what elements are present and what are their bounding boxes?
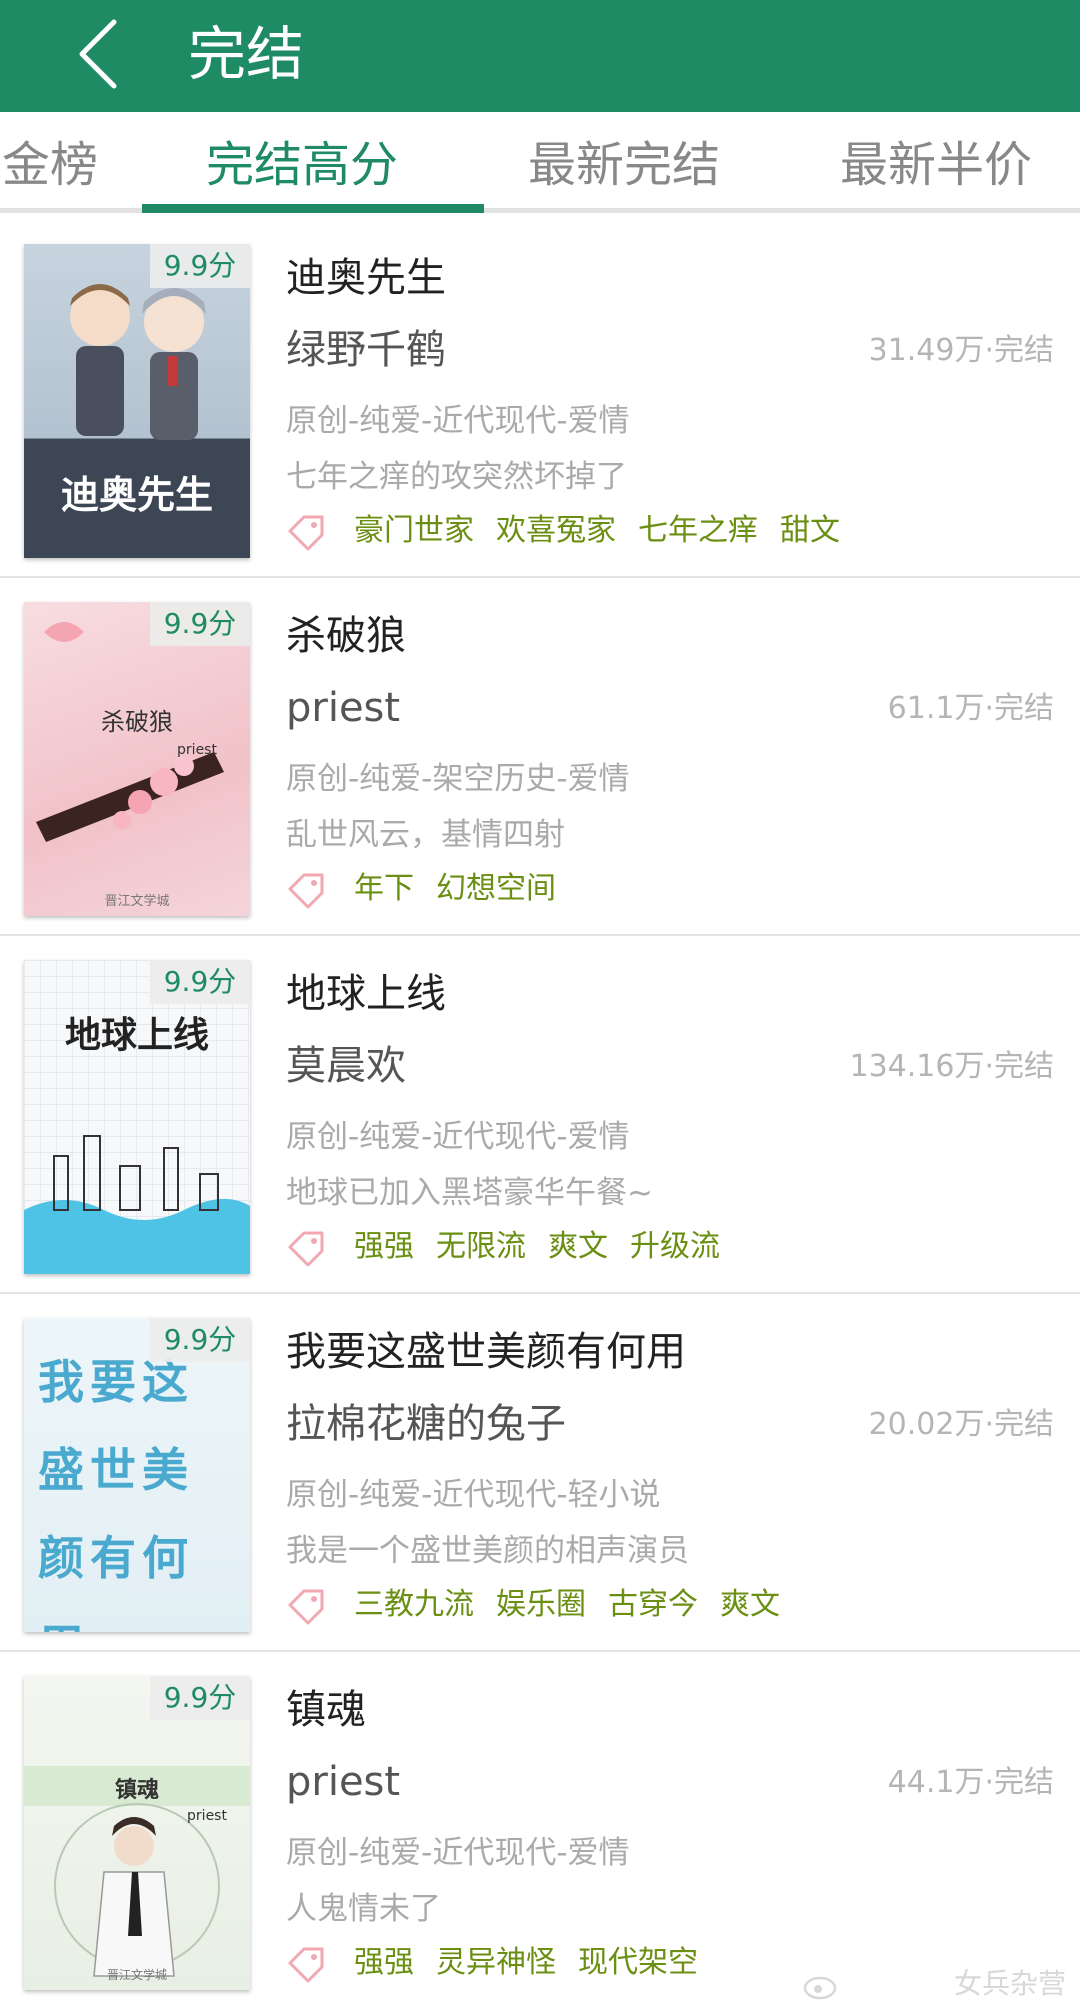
score-badge: 9.9分: [150, 960, 250, 1004]
tag-icon: [288, 1589, 324, 1625]
cover-author-text: priest: [177, 742, 217, 758]
active-tab-indicator: [142, 204, 484, 213]
tag-label[interactable]: 豪门世家: [354, 508, 474, 554]
book-cover[interactable]: 杀破狼 priest 晋江文学城 9.9分: [24, 602, 250, 916]
cover-publisher-text: 晋江文学城: [104, 894, 170, 909]
tag-row: 强强 无限流 爽文 升级流: [286, 1222, 720, 1272]
tab-latest-finished[interactable]: 最新完结: [528, 130, 720, 200]
book-genre: 原创-纯爱-架空历史-爱情: [286, 761, 630, 797]
tag-icon: [288, 515, 324, 551]
tag-icon: [288, 1231, 324, 1267]
book-stats: 134.16万·完结: [849, 1049, 1054, 1084]
tag-label[interactable]: 七年之痒: [638, 508, 758, 554]
book-item[interactable]: 地球上线 9.9分 地球上线 莫晨欢 134.16万·完结 原创-纯爱-近代现代…: [0, 936, 1080, 1294]
page-title: 完结: [188, 20, 305, 88]
book-stats: 61.1万·完结: [887, 691, 1054, 726]
book-author[interactable]: 绿野千鹤: [286, 320, 446, 380]
tab-gold-list[interactable]: 金榜: [2, 130, 98, 200]
tab-latest-half-price[interactable]: 最新半价: [840, 130, 1032, 200]
cover-title-text: 杀破狼: [101, 708, 173, 736]
tag-label[interactable]: 爽文: [720, 1582, 780, 1628]
book-genre: 原创-纯爱-近代现代-爱情: [286, 403, 630, 439]
book-author[interactable]: priest: [286, 678, 400, 738]
tag-label[interactable]: 娱乐圈: [496, 1582, 586, 1628]
cover-title-text: 镇魂: [114, 1777, 159, 1803]
cover-author-text: priest: [187, 1808, 227, 1824]
tag-label[interactable]: 强强: [354, 1940, 414, 1986]
book-title: 杀破狼: [286, 613, 406, 659]
watermark-text: 女兵杂营: [953, 1967, 1066, 2000]
book-item[interactable]: 镇魂 priest 晋江文学城 9.9分 镇魂 priest 44.1万·完结 …: [0, 1652, 1080, 2010]
tag-label[interactable]: 现代架空: [578, 1940, 698, 1986]
cover-publisher-text: 晋江文学城: [106, 1968, 167, 1982]
tag-icon: [288, 1947, 324, 1983]
tag-label[interactable]: 无限流: [436, 1224, 526, 1270]
tag-row: 三教九流 娱乐圈 古穿今 爽文: [286, 1580, 780, 1630]
book-description: 人鬼情未了: [286, 1891, 441, 1927]
tag-label[interactable]: 升级流: [630, 1224, 720, 1270]
tag-label[interactable]: 三教九流: [354, 1582, 474, 1628]
book-description: 乱世风云，基情四射: [286, 817, 565, 853]
book-author[interactable]: 拉棉花糖的兔子: [286, 1394, 566, 1454]
weibo-logo-icon: [803, 1976, 837, 2000]
book-stats: 44.1万·完结: [887, 1765, 1054, 1800]
book-description: 我是一个盛世美颜的相声演员: [286, 1533, 689, 1569]
tag-row: 年下 幻想空间: [286, 864, 556, 914]
book-cover[interactable]: 地球上线 9.9分: [24, 960, 250, 1274]
tag-label[interactable]: 爽文: [548, 1224, 608, 1270]
book-stats: 31.49万·完结: [868, 333, 1054, 368]
book-description: 七年之痒的攻突然坏掉了: [286, 459, 627, 495]
tag-label[interactable]: 欢喜冤家: [496, 508, 616, 554]
tag-label[interactable]: 古穿今: [608, 1582, 698, 1628]
tag-icon: [288, 873, 324, 909]
tag-label[interactable]: 强强: [354, 1224, 414, 1270]
book-title: 迪奥先生: [286, 255, 446, 301]
book-author[interactable]: 莫晨欢: [286, 1036, 406, 1096]
score-badge: 9.9分: [150, 602, 250, 646]
book-genre: 原创-纯爱-近代现代-爱情: [286, 1119, 630, 1155]
cover-title-text: 地球上线: [64, 1014, 209, 1056]
cover-title-text: 迪奥先生: [60, 472, 213, 517]
book-title: 镇魂: [286, 1687, 366, 1733]
chevron-left-icon[interactable]: [70, 16, 130, 92]
book-genre: 原创-纯爱-近代现代-轻小说: [286, 1477, 661, 1513]
tag-label[interactable]: 幻想空间: [436, 866, 556, 912]
tab-finished-top[interactable]: 完结高分: [206, 130, 398, 200]
score-badge: 9.9分: [150, 1318, 250, 1362]
tag-row: 豪门世家 欢喜冤家 七年之痒 甜文: [286, 506, 840, 556]
book-description: 地球已加入黑塔豪华午餐~: [286, 1175, 653, 1211]
score-badge: 9.9分: [150, 1676, 250, 1720]
book-cover[interactable]: 迪奥先生 9.9分: [24, 244, 250, 558]
book-title: 地球上线: [286, 971, 446, 1017]
tag-label[interactable]: 灵异神怪: [436, 1940, 556, 1986]
book-item[interactable]: 迪奥先生 9.9分 迪奥先生 绿野千鹤 31.49万·完结 原创-纯爱-近代现代…: [0, 220, 1080, 578]
score-badge: 9.9分: [150, 244, 250, 288]
book-item[interactable]: 杀破狼 priest 晋江文学城 9.9分 杀破狼 priest 61.1万·完…: [0, 578, 1080, 936]
book-author[interactable]: priest: [286, 1752, 400, 1812]
tag-label[interactable]: 甜文: [780, 508, 840, 554]
cover-illustration: [36, 622, 224, 842]
tag-label[interactable]: 年下: [354, 866, 414, 912]
book-cover[interactable]: 我要这盛世美颜有何用 9.9分: [24, 1318, 250, 1632]
app-header: 完结: [0, 0, 1080, 112]
book-item[interactable]: 我要这盛世美颜有何用 9.9分 我要这盛世美颜有何用 拉棉花糖的兔子 20.02…: [0, 1294, 1080, 1652]
book-cover[interactable]: 镇魂 priest 晋江文学城 9.9分: [24, 1676, 250, 1990]
tag-row: 强强 灵异神怪 现代架空: [286, 1938, 698, 1988]
book-title: 我要这盛世美颜有何用: [286, 1329, 686, 1375]
book-stats: 20.02万·完结: [868, 1407, 1054, 1442]
book-genre: 原创-纯爱-近代现代-爱情: [286, 1835, 630, 1871]
cover-illustration: [24, 1766, 250, 1977]
cover-title-text: 我要这盛世美颜有何用: [38, 1355, 194, 1632]
